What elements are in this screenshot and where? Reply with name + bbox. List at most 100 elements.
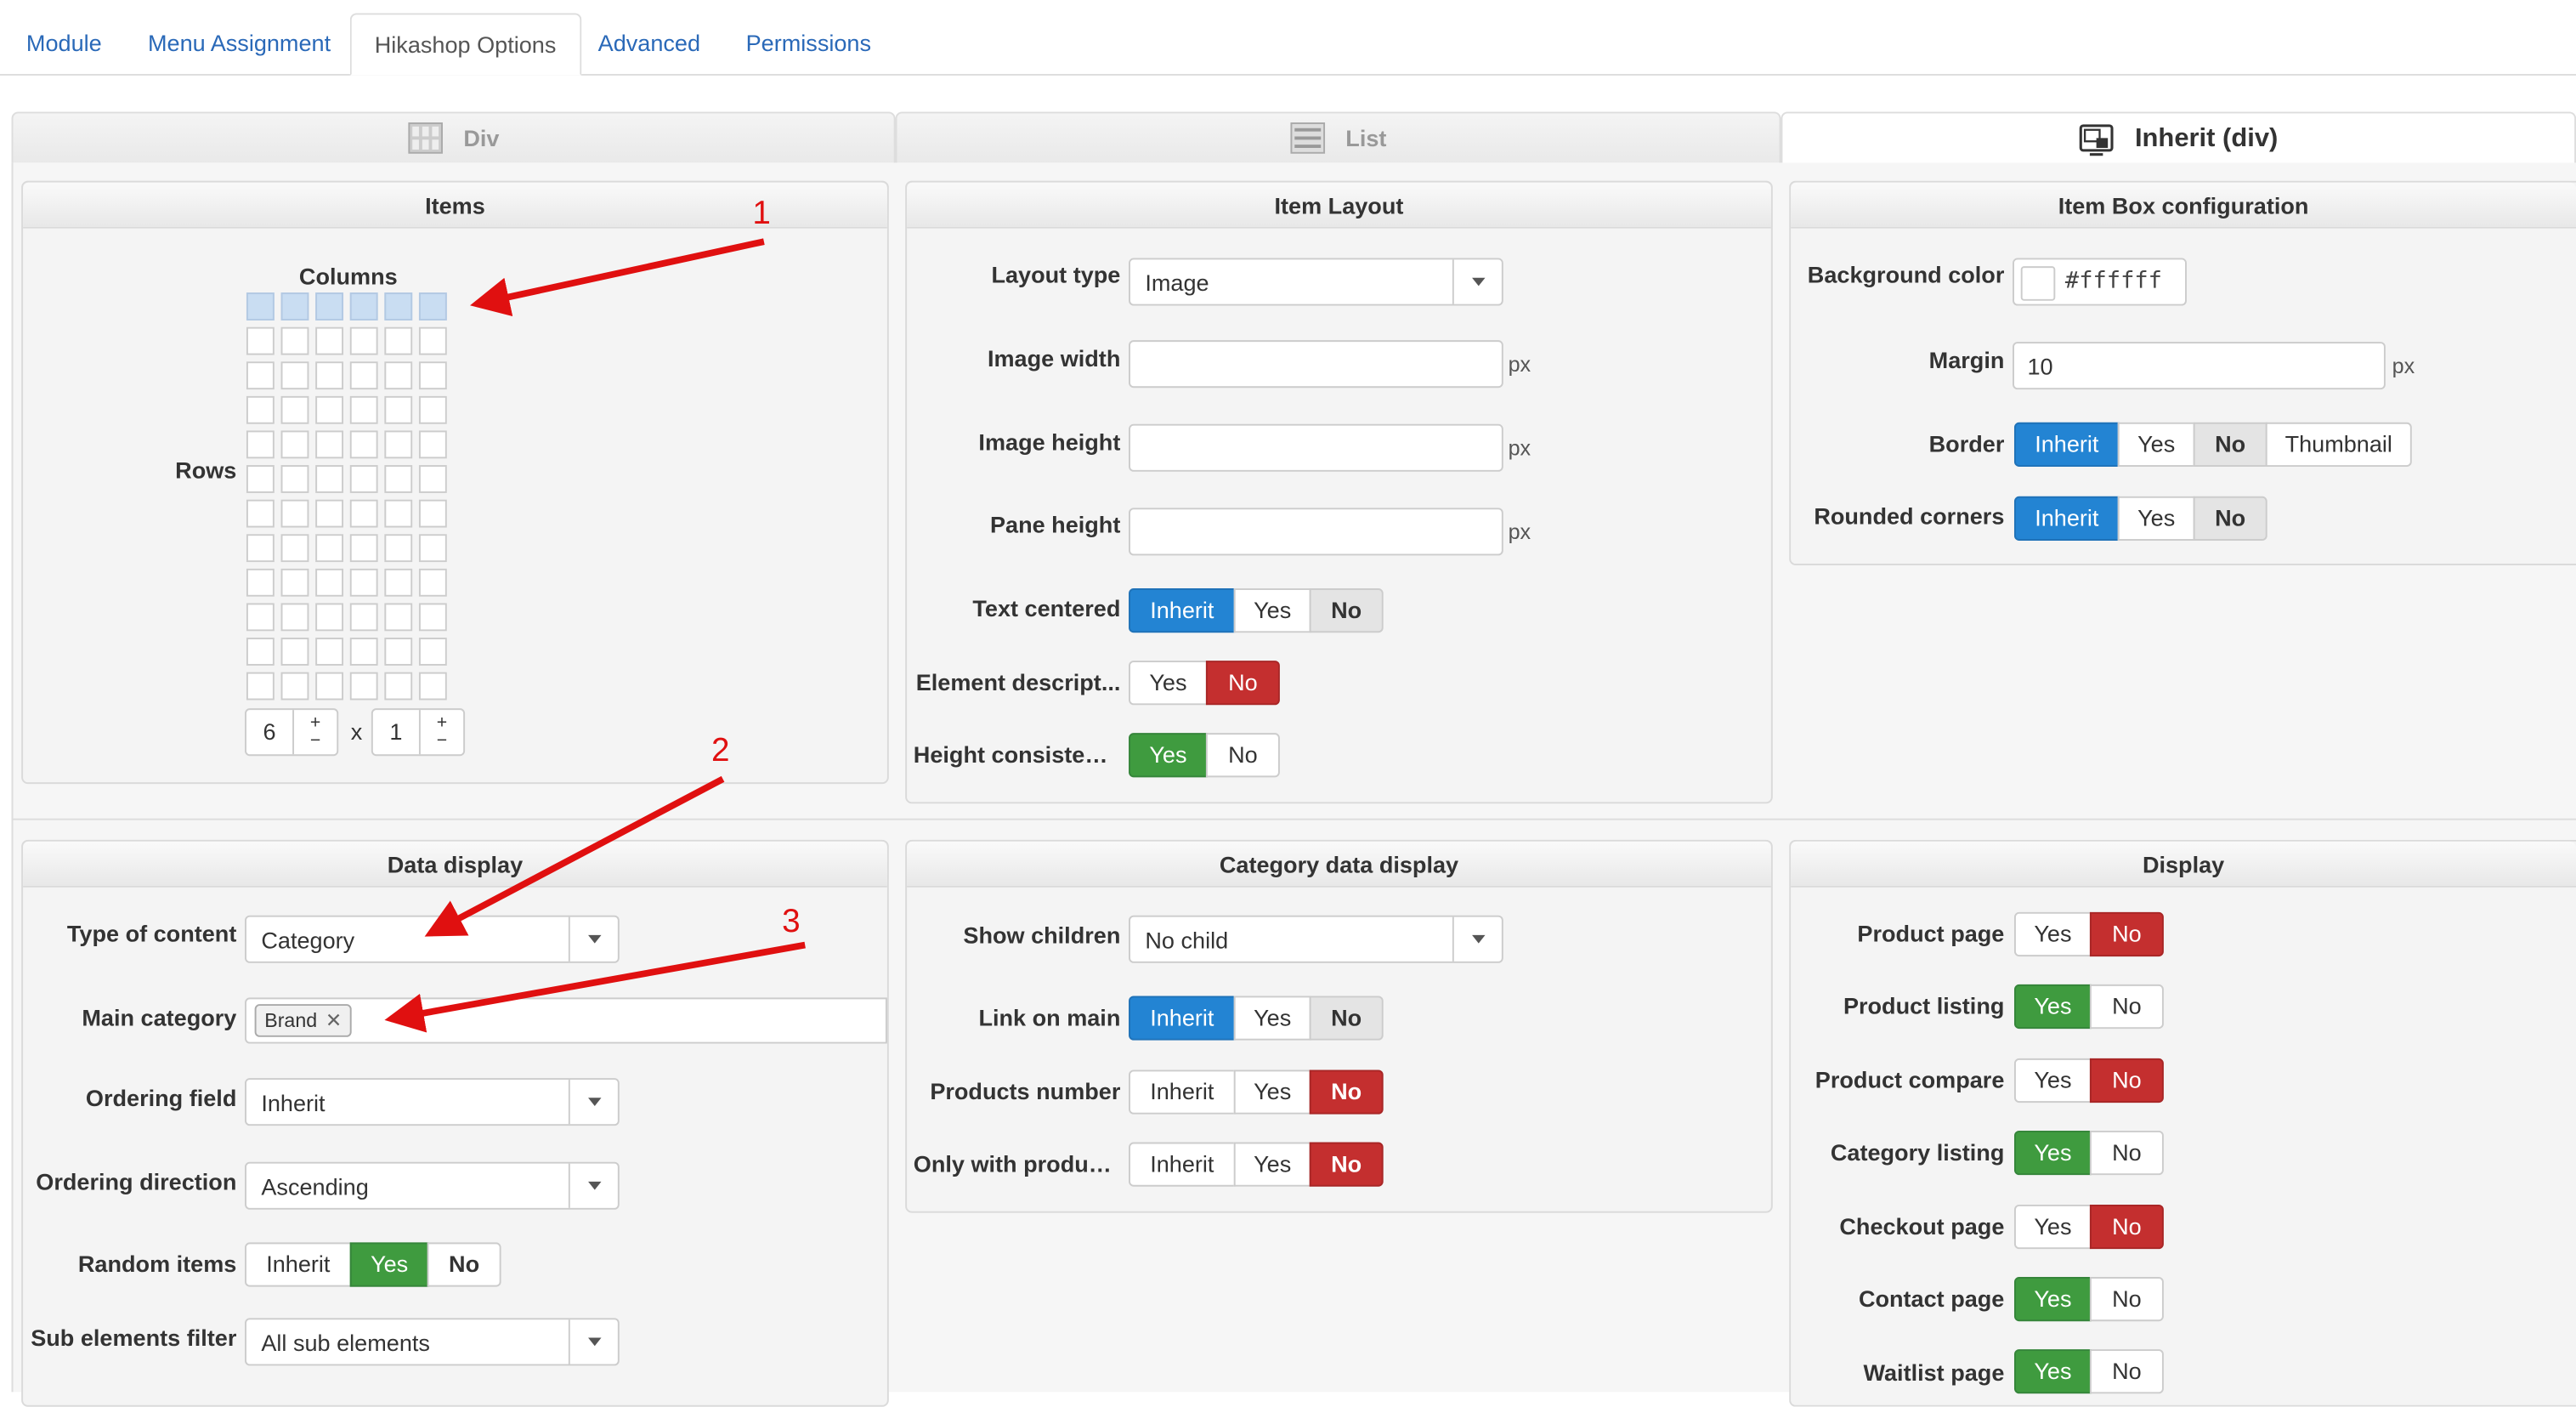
grid-cell[interactable] xyxy=(418,499,447,528)
no-option[interactable]: No xyxy=(2089,984,2164,1030)
grid-cell[interactable] xyxy=(315,534,344,563)
tab-hikashop-options[interactable]: Hikashop Options xyxy=(349,13,581,76)
no-option[interactable]: No xyxy=(2193,422,2267,468)
tab-module[interactable]: Module xyxy=(3,13,125,74)
grid-cell[interactable] xyxy=(384,361,413,390)
grid-cell[interactable] xyxy=(315,430,344,459)
grid-cell[interactable] xyxy=(315,465,344,493)
grid-cell[interactable] xyxy=(418,638,447,666)
grid-cell[interactable] xyxy=(246,603,275,632)
sub-elements-filter-select[interactable]: All sub elements xyxy=(245,1318,620,1366)
inherit-option[interactable]: Inherit xyxy=(1129,1142,1236,1187)
no-option[interactable]: No xyxy=(1309,1142,1384,1187)
grid-cell[interactable] xyxy=(384,568,413,597)
grid-cell[interactable] xyxy=(315,361,344,390)
yes-option[interactable]: Yes xyxy=(2013,911,2092,957)
tab-menu-assignment[interactable]: Menu Assignment xyxy=(125,13,354,74)
grid-cell[interactable] xyxy=(246,430,275,459)
grid-cell[interactable] xyxy=(315,603,344,632)
grid-cell[interactable] xyxy=(418,603,447,632)
grid-cell[interactable] xyxy=(349,568,378,597)
grid-cell[interactable] xyxy=(280,465,309,493)
grid-cell[interactable] xyxy=(384,672,413,701)
grid-cell[interactable] xyxy=(349,603,378,632)
grid-cell[interactable] xyxy=(418,534,447,563)
margin-input[interactable]: 10 xyxy=(2013,342,2386,390)
inherit-option[interactable]: Inherit xyxy=(2013,422,2120,468)
grid-cell[interactable] xyxy=(418,672,447,701)
yes-option[interactable]: Yes xyxy=(2013,1058,2092,1103)
yes-option[interactable]: Yes xyxy=(1233,996,1311,1041)
grid-cell[interactable] xyxy=(246,499,275,528)
layout-tab-list[interactable]: List xyxy=(895,111,1781,165)
grid-cell[interactable] xyxy=(280,326,309,355)
image-height-input[interactable] xyxy=(1129,423,1503,472)
grid-cell[interactable] xyxy=(384,395,413,424)
grid-cell[interactable] xyxy=(384,603,413,632)
grid-cell[interactable] xyxy=(349,465,378,493)
grid-cell[interactable] xyxy=(246,672,275,701)
grid-cell[interactable] xyxy=(315,499,344,528)
grid-cell[interactable] xyxy=(418,292,447,321)
grid-cell[interactable] xyxy=(315,326,344,355)
grid-cell[interactable] xyxy=(280,292,309,321)
no-option[interactable]: No xyxy=(2089,911,2164,957)
no-option[interactable]: No xyxy=(2089,1349,2164,1394)
yes-option[interactable]: Yes xyxy=(1129,661,1208,706)
grid-cell[interactable] xyxy=(349,361,378,390)
no-option[interactable]: No xyxy=(2089,1204,2164,1250)
grid-cell[interactable] xyxy=(246,534,275,563)
grid-cell[interactable] xyxy=(349,395,378,424)
no-option[interactable]: No xyxy=(1309,1069,1384,1115)
show-children-select[interactable]: No child xyxy=(1129,915,1503,963)
grid-cell[interactable] xyxy=(418,465,447,493)
grid-cell[interactable] xyxy=(418,395,447,424)
yes-option[interactable]: Yes xyxy=(1233,588,1311,633)
grid-cell[interactable] xyxy=(384,326,413,355)
grid-cell[interactable] xyxy=(349,430,378,459)
no-option[interactable]: No xyxy=(1309,996,1384,1041)
pane-height-input[interactable] xyxy=(1129,508,1503,556)
plus-icon[interactable]: + xyxy=(310,713,320,732)
no-option[interactable]: No xyxy=(2193,496,2267,541)
grid-cell[interactable] xyxy=(384,499,413,528)
layout-type-select[interactable]: Image xyxy=(1129,258,1503,306)
no-option[interactable]: No xyxy=(2089,1058,2164,1103)
minus-icon[interactable]: − xyxy=(310,731,320,750)
no-option[interactable]: No xyxy=(2089,1130,2164,1176)
grid-cell[interactable] xyxy=(246,638,275,666)
yes-option[interactable]: Yes xyxy=(1233,1142,1311,1187)
grid-cell[interactable] xyxy=(315,292,344,321)
grid-cell[interactable] xyxy=(349,499,378,528)
grid-cell[interactable] xyxy=(246,361,275,390)
grid-cell[interactable] xyxy=(280,568,309,597)
yes-option[interactable]: Yes xyxy=(349,1242,429,1287)
plus-icon[interactable]: + xyxy=(437,713,447,732)
image-width-input[interactable] xyxy=(1129,340,1503,389)
no-option[interactable]: No xyxy=(1205,733,1280,778)
grid-cell[interactable] xyxy=(418,361,447,390)
grid-cell[interactable] xyxy=(280,603,309,632)
grid-cell[interactable] xyxy=(384,534,413,563)
yes-option[interactable]: Yes xyxy=(1129,733,1208,778)
tab-permissions[interactable]: Permissions xyxy=(723,13,895,74)
grid-cell[interactable] xyxy=(246,326,275,355)
grid-cell[interactable] xyxy=(315,638,344,666)
columns-stepper[interactable]: 6 + − xyxy=(245,708,339,757)
grid-cell[interactable] xyxy=(384,292,413,321)
no-option[interactable]: No xyxy=(427,1242,501,1287)
grid-cell[interactable] xyxy=(246,395,275,424)
yes-option[interactable]: Yes xyxy=(2013,1277,2092,1322)
grid-cell[interactable] xyxy=(315,395,344,424)
grid-cell[interactable] xyxy=(418,430,447,459)
yes-option[interactable]: Yes xyxy=(2117,422,2195,468)
yes-option[interactable]: Yes xyxy=(1233,1069,1311,1115)
grid-cell[interactable] xyxy=(246,568,275,597)
inherit-option[interactable]: Inherit xyxy=(1129,996,1236,1041)
inherit-option[interactable]: Inherit xyxy=(1129,588,1236,633)
rows-plus-minus[interactable]: + − xyxy=(418,710,463,755)
tab-advanced[interactable]: Advanced xyxy=(575,13,724,74)
inherit-option[interactable]: Inherit xyxy=(2013,496,2120,541)
inherit-option[interactable]: Inherit xyxy=(1129,1069,1236,1115)
minus-icon[interactable]: − xyxy=(437,731,447,750)
